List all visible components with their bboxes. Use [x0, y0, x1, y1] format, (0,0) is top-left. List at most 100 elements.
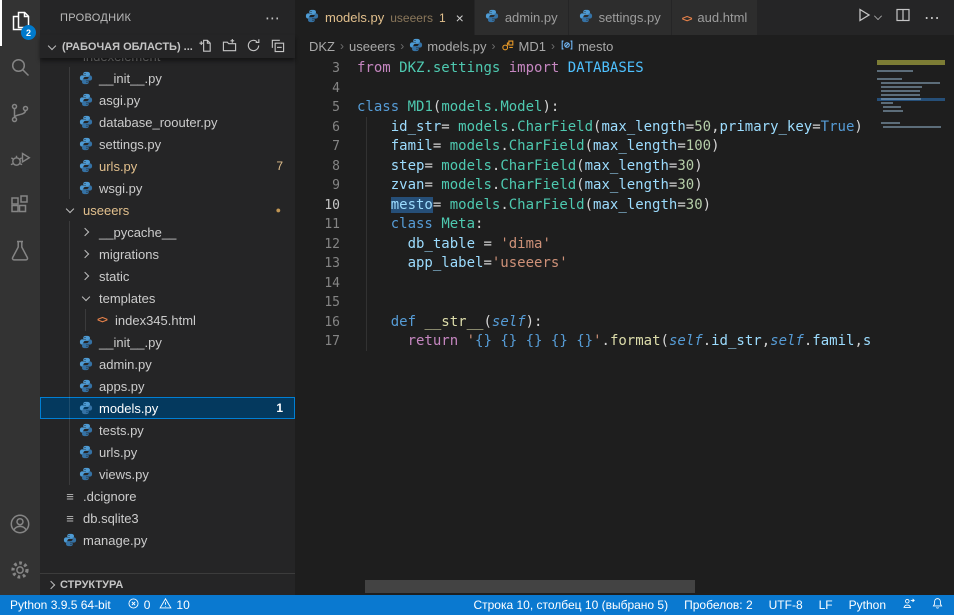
code-token: = [686, 119, 694, 135]
activity-settings-button[interactable] [0, 549, 40, 595]
status-feedback[interactable] [902, 597, 915, 613]
activity-testing-button[interactable] [0, 230, 40, 276]
new-file-icon[interactable] [198, 38, 213, 56]
tree-item-views-py[interactable]: views.py [40, 463, 295, 485]
split-editor-icon[interactable] [895, 7, 911, 28]
tree-item-templates[interactable]: templates [40, 287, 295, 309]
tree-item-dcignore[interactable]: ≡.dcignore [40, 485, 295, 507]
code-token: class [391, 216, 433, 232]
tree-item-migrations[interactable]: migrations [40, 243, 295, 265]
code-line-10[interactable]: 10 mesto= models.CharField(max_length=30… [295, 196, 875, 216]
status-encoding[interactable]: UTF-8 [769, 598, 803, 612]
code-line-16[interactable]: 16 def __str__(self): [295, 313, 875, 333]
code-token: models [441, 177, 492, 193]
tree-item-asgi-py[interactable]: asgi.py [40, 89, 295, 111]
outline-section-header[interactable]: СТРУКТУРА [40, 573, 295, 595]
workspace-section-header[interactable]: (РАБОЧАЯ ОБЛАСТЬ) ... [40, 35, 295, 58]
status-cursor-position[interactable]: Строка 10, столбец 10 (выбрано 5) [473, 598, 668, 612]
activity-extensions-button[interactable] [0, 184, 40, 230]
run-button[interactable] [856, 7, 882, 28]
activity-explorer-button[interactable]: 2 [0, 0, 40, 46]
tree-item-clipped[interactable]: indexelement [40, 58, 295, 67]
tree-item-models-py[interactable]: models.py1 [40, 397, 295, 419]
breadcrumb-useeers[interactable]: useeers [349, 39, 395, 54]
tree-item-database-roouter-py[interactable]: database_roouter.py [40, 111, 295, 133]
code-line-6[interactable]: 6 id_str= models.CharField(max_length=50… [295, 118, 875, 138]
code-line-14[interactable]: 14 [295, 274, 875, 294]
minimap-line [877, 86, 945, 89]
chevron-down-icon[interactable] [874, 12, 882, 20]
code-line-11[interactable]: 11 class Meta: [295, 215, 875, 235]
tree-item-index345-html[interactable]: <>index345.html [40, 309, 295, 331]
code-line-15[interactable]: 15 [295, 293, 875, 313]
tab-aud-html[interactable]: <>aud.html [672, 0, 758, 35]
code-line-4[interactable]: 4 [295, 79, 875, 99]
breadcrumb-mesto[interactable]: mesto [560, 38, 613, 55]
activity-account-button[interactable] [0, 503, 40, 549]
tree-item-wsgi-py[interactable]: wsgi.py [40, 177, 295, 199]
tree-item-static[interactable]: static [40, 265, 295, 287]
tree-item-label: migrations [99, 247, 159, 262]
tree-item-useeers[interactable]: useeers● [40, 199, 295, 221]
minimap[interactable] [877, 60, 945, 130]
code-token: {} [576, 333, 593, 349]
tab-models-py[interactable]: models.pyuseeers1× [295, 0, 474, 35]
tree-item-label: tests.py [99, 423, 144, 438]
tree-item-init-py[interactable]: __init__.py [40, 67, 295, 89]
more-actions-icon[interactable]: ⋯ [924, 8, 941, 28]
file-tree: indexelement __init__.pyasgi.pydatabase_… [40, 58, 295, 573]
tree-item-apps-py[interactable]: apps.py [40, 375, 295, 397]
code-line-12[interactable]: 12 db_table = 'dima' [295, 235, 875, 255]
sidebar-more-actions-icon[interactable]: ⋯ [265, 9, 281, 27]
breadcrumb-separator: › [340, 39, 344, 53]
tree-item-manage-py[interactable]: manage.py [40, 529, 295, 551]
tree-item-urls-py[interactable]: urls.py7 [40, 155, 295, 177]
code-token: = [812, 119, 820, 135]
indent-guide [69, 221, 70, 485]
status-problems[interactable]: 010 [127, 597, 190, 613]
activity-source-control-button[interactable] [0, 92, 40, 138]
new-folder-icon[interactable] [222, 38, 237, 56]
status-eol[interactable]: LF [819, 598, 833, 612]
line-number: 11 [295, 215, 357, 235]
code-line-17[interactable]: 17 return '{} {} {} {} {}'.format(self.i… [295, 332, 875, 352]
editor[interactable]: 3from DKZ.settings import DATABASES45cla… [295, 57, 954, 595]
tree-item-label: manage.py [83, 533, 147, 548]
breadcrumb-md1[interactable]: MD1 [501, 38, 546, 55]
code-token: = [424, 158, 441, 174]
status-python-version[interactable]: Python 3.9.5 64-bit [10, 598, 111, 612]
code-token [542, 333, 550, 349]
tree-item-admin-py[interactable]: admin.py [40, 353, 295, 375]
breadcrumb-dkz[interactable]: DKZ [309, 39, 335, 54]
tab-settings-py[interactable]: settings.py [569, 0, 671, 35]
code-line-9[interactable]: 9 zvan= models.CharField(max_length=30) [295, 176, 875, 196]
activity-search-button[interactable] [0, 46, 40, 92]
collapse-all-icon[interactable] [270, 38, 285, 56]
code-line-13[interactable]: 13 app_label='useeers' [295, 254, 875, 274]
code-line-5[interactable]: 5class MD1(models.Model): [295, 98, 875, 118]
tree-item-tests-py[interactable]: tests.py [40, 419, 295, 441]
close-icon[interactable]: × [456, 11, 464, 25]
activity-run-debug-button[interactable] [0, 138, 40, 184]
horizontal-scrollbar[interactable] [365, 580, 695, 593]
tab-label: settings.py [599, 10, 661, 25]
tree-item-db-sqlite3[interactable]: ≡db.sqlite3 [40, 507, 295, 529]
tree-item-init-py[interactable]: __init__.py [40, 331, 295, 353]
code-line-8[interactable]: 8 step= models.CharField(max_length=30) [295, 157, 875, 177]
main-row: 2 [0, 0, 954, 595]
breadcrumb-models-py[interactable]: models.py [409, 38, 486, 55]
code-area[interactable]: 3from DKZ.settings import DATABASES45cla… [295, 59, 875, 352]
status-indentation[interactable]: Пробелов: 2 [684, 598, 753, 612]
code-token [357, 255, 408, 271]
status-language[interactable]: Python [849, 598, 886, 612]
refresh-icon[interactable] [246, 38, 261, 56]
code-line-7[interactable]: 7 famil= models.CharField(max_length=100… [295, 137, 875, 157]
tree-item-pycache[interactable]: __pycache__ [40, 221, 295, 243]
tree-item-settings-py[interactable]: settings.py [40, 133, 295, 155]
tab-admin-py[interactable]: admin.py [475, 0, 568, 35]
code-token: 'useeers' [492, 255, 568, 271]
code-line-3[interactable]: 3from DKZ.settings import DATABASES [295, 59, 875, 79]
tree-item-urls-py[interactable]: urls.py [40, 441, 295, 463]
status-notifications[interactable] [931, 597, 944, 613]
code-token: {} [551, 333, 568, 349]
